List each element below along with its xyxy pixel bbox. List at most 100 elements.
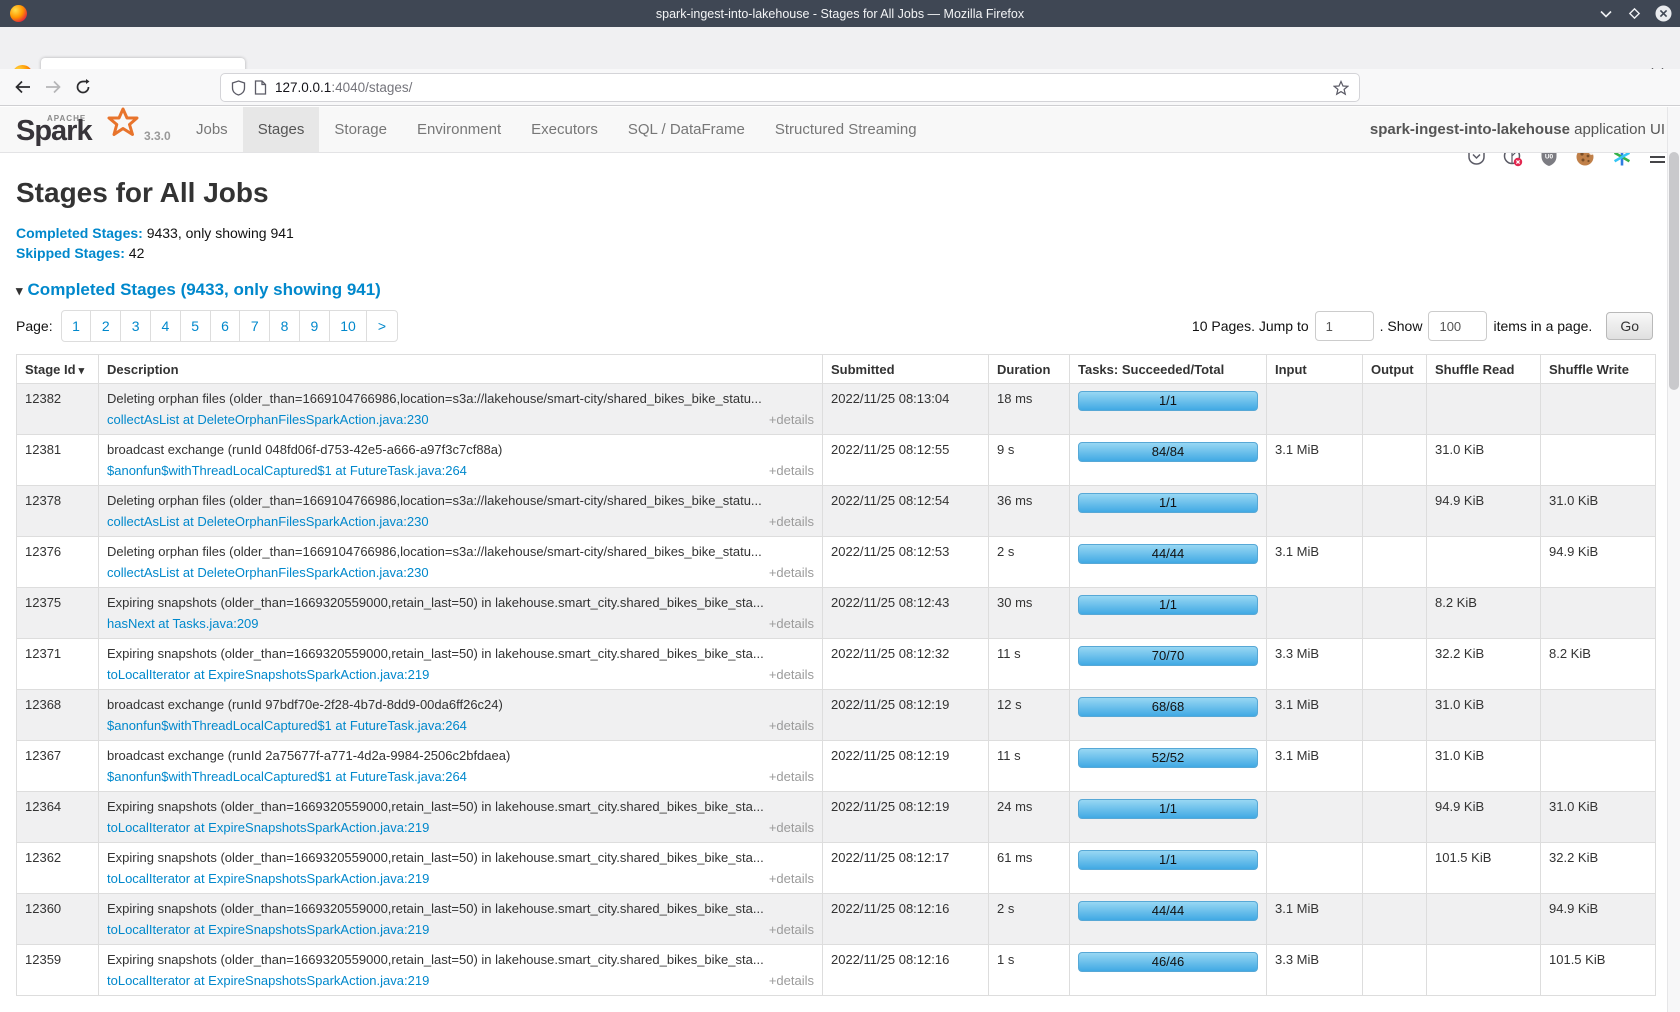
window-titlebar: spark-ingest-into-lakehouse - Stages for… bbox=[0, 0, 1680, 27]
nav-item-structured-streaming[interactable]: Structured Streaming bbox=[760, 107, 932, 152]
stage-callsite-link[interactable]: $anonfun$withThreadLocalCaptured$1 at Fu… bbox=[107, 769, 467, 784]
page-button-3[interactable]: 3 bbox=[121, 311, 151, 341]
details-toggle[interactable]: +details bbox=[769, 973, 814, 988]
page-button-5[interactable]: 5 bbox=[181, 311, 211, 341]
details-toggle[interactable]: +details bbox=[769, 922, 814, 937]
url-bar[interactable]: 127.0.0.1:4040/stages/ bbox=[220, 73, 1360, 102]
forward-button[interactable] bbox=[38, 72, 68, 102]
col-header-shuffle-write[interactable]: Shuffle Write bbox=[1541, 355, 1656, 384]
col-header-description[interactable]: Description bbox=[99, 355, 823, 384]
table-row: 12362Expiring snapshots (older_than=1669… bbox=[17, 843, 1656, 894]
col-header-tasks-succeeded-total[interactable]: Tasks: Succeeded/Total bbox=[1070, 355, 1267, 384]
items-per-page-input[interactable] bbox=[1428, 311, 1487, 341]
col-header-submitted[interactable]: Submitted bbox=[823, 355, 989, 384]
completed-stages-link[interactable]: Completed Stages: bbox=[16, 225, 143, 241]
page-info-icon[interactable] bbox=[254, 80, 267, 95]
jump-to-page-input[interactable] bbox=[1315, 311, 1374, 341]
stage-callsite-link[interactable]: toLocalIterator at ExpireSnapshotsSparkA… bbox=[107, 667, 429, 682]
nav-item-storage[interactable]: Storage bbox=[319, 107, 402, 152]
duration-cell: 9 s bbox=[989, 435, 1070, 486]
page-button-8[interactable]: 8 bbox=[270, 311, 300, 341]
details-toggle[interactable]: +details bbox=[769, 412, 814, 427]
completed-stages-summary: Completed Stages: 9433, only showing 941 bbox=[16, 223, 1653, 243]
details-toggle[interactable]: +details bbox=[769, 565, 814, 580]
stage-callsite-link[interactable]: toLocalIterator at ExpireSnapshotsSparkA… bbox=[107, 820, 429, 835]
submitted-cell: 2022/11/25 08:12:17 bbox=[823, 843, 989, 894]
url-text[interactable]: 127.0.0.1:4040/stages/ bbox=[275, 80, 412, 95]
stage-callsite-link[interactable]: toLocalIterator at ExpireSnapshotsSparkA… bbox=[107, 871, 429, 886]
details-toggle[interactable]: +details bbox=[769, 820, 814, 835]
nav-item-sql-dataframe[interactable]: SQL / DataFrame bbox=[613, 107, 760, 152]
tab-bar: spark-ingest-into-lakehous ✕ + bbox=[0, 27, 1680, 69]
scrollbar-thumb[interactable] bbox=[1669, 152, 1679, 390]
page-button-10[interactable]: 10 bbox=[330, 311, 368, 341]
input-cell bbox=[1267, 384, 1363, 435]
details-toggle[interactable]: +details bbox=[769, 718, 814, 733]
details-toggle[interactable]: +details bbox=[769, 769, 814, 784]
tasks-cell: 44/44 bbox=[1070, 894, 1267, 945]
tasks-cell: 68/68 bbox=[1070, 690, 1267, 741]
firefox-icon bbox=[10, 5, 27, 22]
shuffle-write-cell: 8.2 KiB bbox=[1541, 639, 1656, 690]
page-button-9[interactable]: 9 bbox=[300, 311, 330, 341]
page-title: Stages for All Jobs bbox=[16, 177, 1653, 209]
nav-item-executors[interactable]: Executors bbox=[516, 107, 613, 152]
col-header-output[interactable]: Output bbox=[1363, 355, 1427, 384]
page-button-6[interactable]: 6 bbox=[211, 311, 241, 341]
stage-callsite-link[interactable]: $anonfun$withThreadLocalCaptured$1 at Fu… bbox=[107, 718, 467, 733]
shuffle-write-cell bbox=[1541, 690, 1656, 741]
stage-callsite-link[interactable]: toLocalIterator at ExpireSnapshotsSparkA… bbox=[107, 922, 429, 937]
submitted-cell: 2022/11/25 08:12:16 bbox=[823, 945, 989, 996]
go-button[interactable]: Go bbox=[1606, 312, 1653, 340]
items-label: items in a page. bbox=[1493, 318, 1592, 334]
page-button-1[interactable]: 1 bbox=[62, 311, 92, 341]
submitted-cell: 2022/11/25 08:13:04 bbox=[823, 384, 989, 435]
page-scrollbar[interactable] bbox=[1667, 107, 1680, 1012]
maximize-icon[interactable] bbox=[1626, 5, 1643, 22]
input-cell: 3.1 MiB bbox=[1267, 435, 1363, 486]
stage-id-cell: 12368 bbox=[17, 690, 99, 741]
page-button-2[interactable]: 2 bbox=[91, 311, 121, 341]
col-header-stage-id[interactable]: Stage Id ▾ bbox=[17, 355, 99, 384]
details-toggle[interactable]: +details bbox=[769, 871, 814, 886]
tasks-progress-bar: 68/68 bbox=[1078, 697, 1258, 717]
tasks-progress-bar: 1/1 bbox=[1078, 493, 1258, 513]
spark-logo[interactable]: APACHE Spark 3.3.0 bbox=[14, 107, 139, 152]
details-toggle[interactable]: +details bbox=[769, 667, 814, 682]
details-toggle[interactable]: +details bbox=[769, 616, 814, 631]
page-next-button[interactable]: > bbox=[367, 311, 396, 341]
page-button-4[interactable]: 4 bbox=[151, 311, 181, 341]
stage-callsite-link[interactable]: hasNext at Tasks.java:209 bbox=[107, 616, 259, 631]
description-cell: Expiring snapshots (older_than=166932055… bbox=[99, 843, 823, 894]
page-button-group: 12345678910> bbox=[61, 310, 398, 342]
minimize-icon[interactable] bbox=[1597, 5, 1614, 22]
completed-stages-section-header[interactable]: ▾Completed Stages (9433, only showing 94… bbox=[16, 280, 1653, 300]
nav-item-environment[interactable]: Environment bbox=[402, 107, 516, 152]
stage-description: broadcast exchange (runId 048fd06f-d753-… bbox=[107, 442, 814, 457]
nav-item-jobs[interactable]: Jobs bbox=[181, 107, 243, 152]
col-header-duration[interactable]: Duration bbox=[989, 355, 1070, 384]
skipped-stages-link[interactable]: Skipped Stages: bbox=[16, 245, 125, 261]
col-header-input[interactable]: Input bbox=[1267, 355, 1363, 384]
stage-callsite-link[interactable]: collectAsList at DeleteOrphanFilesSparkA… bbox=[107, 412, 429, 427]
output-cell bbox=[1363, 639, 1427, 690]
stage-callsite-link[interactable]: collectAsList at DeleteOrphanFilesSparkA… bbox=[107, 565, 429, 580]
reload-button[interactable] bbox=[68, 72, 98, 102]
stage-callsite-link[interactable]: toLocalIterator at ExpireSnapshotsSparkA… bbox=[107, 973, 429, 988]
stage-description: Deleting orphan files (older_than=166910… bbox=[107, 391, 814, 406]
col-header-shuffle-read[interactable]: Shuffle Read bbox=[1427, 355, 1541, 384]
table-header-row: Stage Id ▾DescriptionSubmittedDurationTa… bbox=[17, 355, 1656, 384]
details-toggle[interactable]: +details bbox=[769, 463, 814, 478]
stage-callsite-link[interactable]: $anonfun$withThreadLocalCaptured$1 at Fu… bbox=[107, 463, 467, 478]
nav-item-stages[interactable]: Stages bbox=[243, 107, 320, 152]
close-icon[interactable] bbox=[1655, 5, 1672, 22]
page-button-7[interactable]: 7 bbox=[240, 311, 270, 341]
output-cell bbox=[1363, 435, 1427, 486]
bookmark-star-icon[interactable] bbox=[1333, 80, 1349, 96]
tasks-cell: 84/84 bbox=[1070, 435, 1267, 486]
stage-callsite-link[interactable]: collectAsList at DeleteOrphanFilesSparkA… bbox=[107, 514, 429, 529]
tracking-shield-icon[interactable] bbox=[231, 80, 246, 96]
back-button[interactable] bbox=[8, 72, 38, 102]
details-toggle[interactable]: +details bbox=[769, 514, 814, 529]
table-row: 12364Expiring snapshots (older_than=1669… bbox=[17, 792, 1656, 843]
